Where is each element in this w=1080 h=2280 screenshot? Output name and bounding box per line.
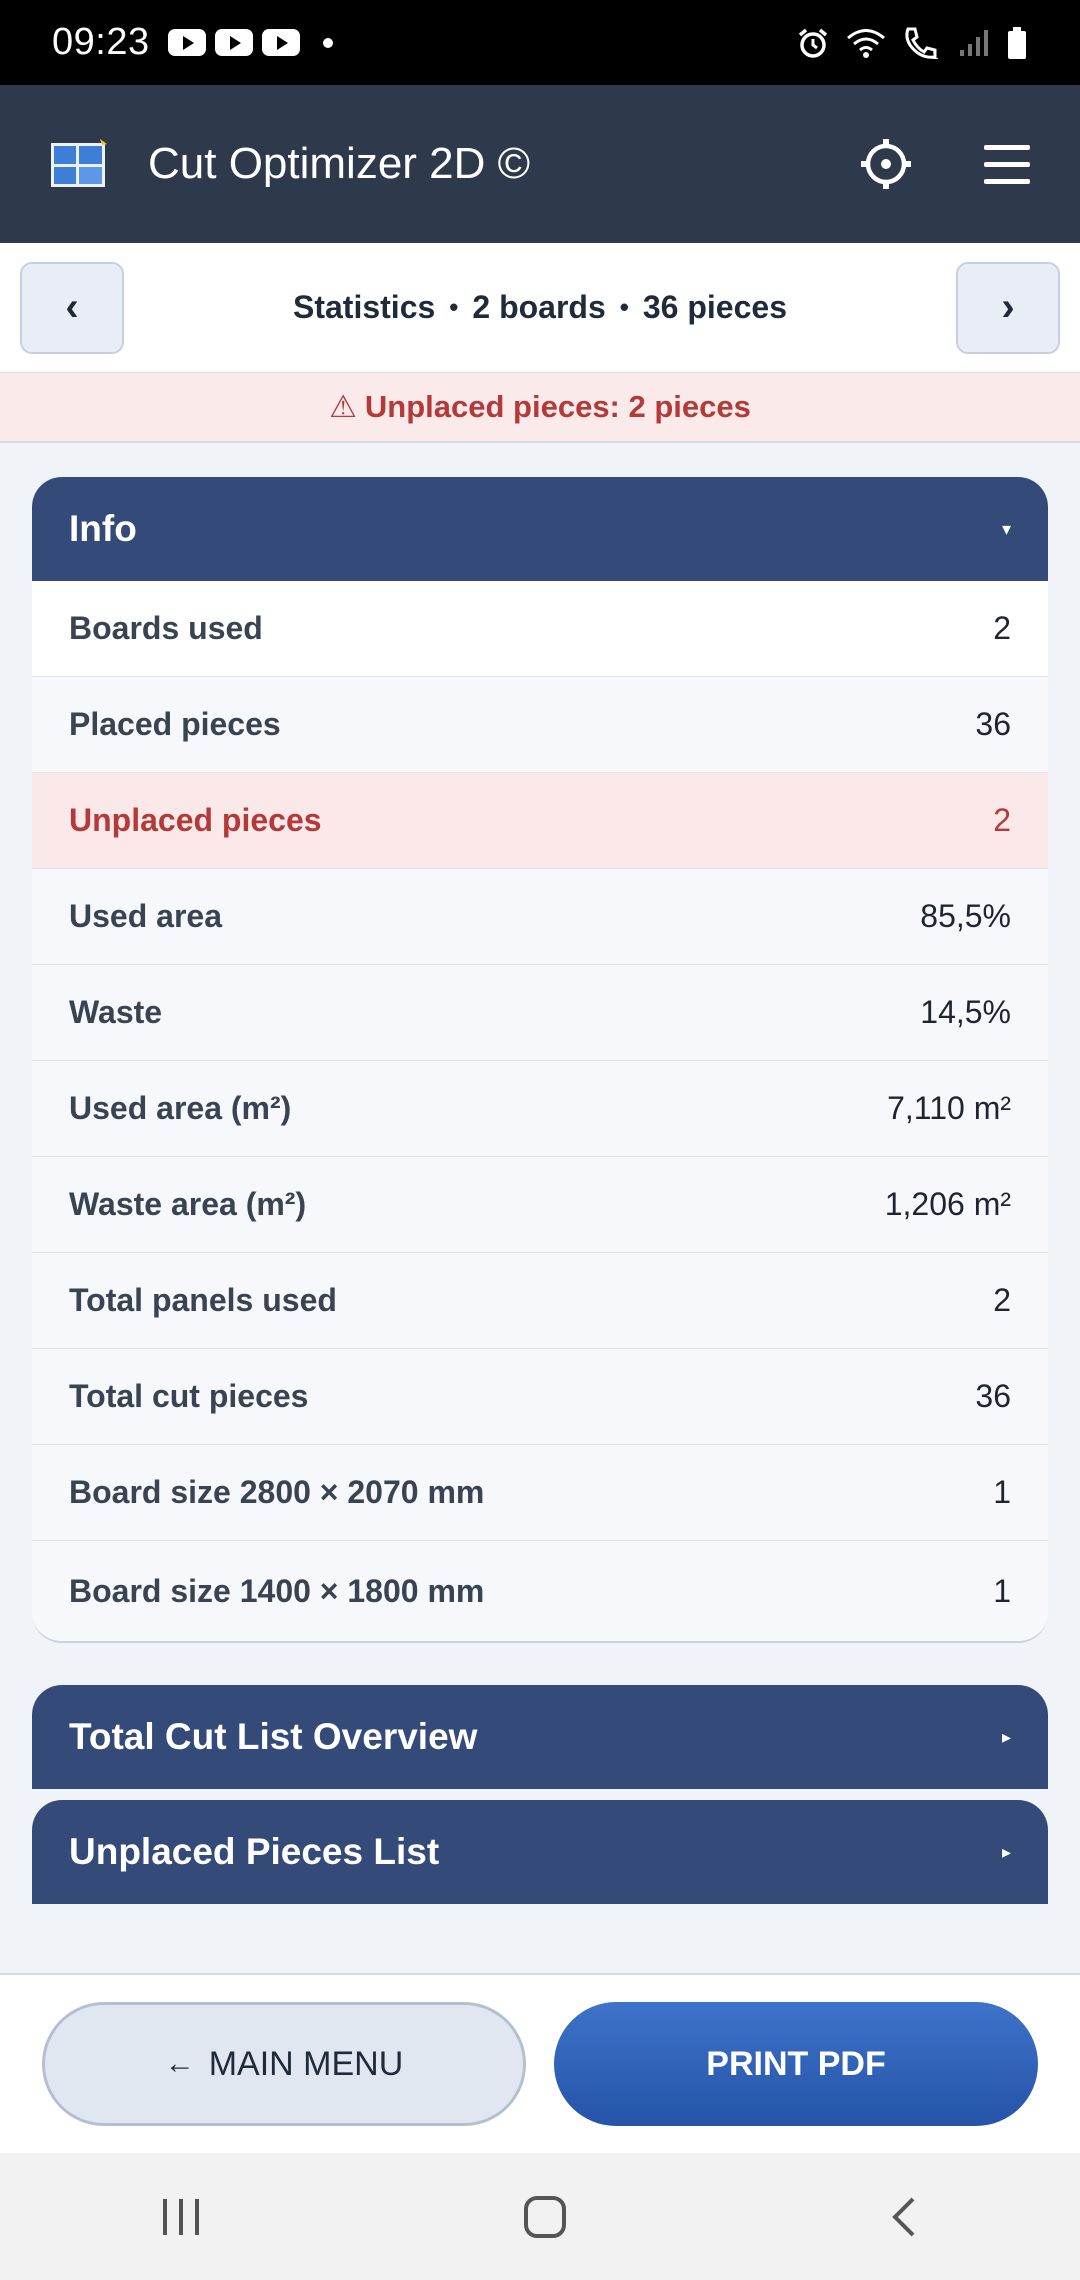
row-label: Placed pieces bbox=[69, 706, 281, 742]
statistics-nav-bar: ‹ Statistics • 2 boards • 36 pieces › bbox=[0, 243, 1080, 373]
back-icon[interactable] bbox=[887, 2195, 921, 2239]
caret-right-icon: ▸ bbox=[1001, 1841, 1011, 1862]
pieces-count: 36 pieces bbox=[642, 289, 787, 325]
info-row-used-area-m2: Used area (m²) 7,110 m² bbox=[32, 1061, 1048, 1157]
row-value: 1 bbox=[993, 1572, 1011, 1609]
youtube-icon bbox=[167, 29, 206, 56]
arrow-left-icon: ← bbox=[164, 2047, 195, 2080]
youtube-icon bbox=[214, 29, 253, 56]
previous-button[interactable]: ‹ bbox=[20, 261, 124, 354]
info-row-placed-pieces: Placed pieces 36 bbox=[32, 677, 1048, 773]
row-value: 2 bbox=[993, 610, 1011, 646]
caret-right-icon: ▸ bbox=[1001, 1726, 1011, 1747]
print-pdf-button[interactable]: PRINT PDF bbox=[554, 2002, 1038, 2126]
alarm-icon bbox=[798, 28, 828, 58]
settings-icon[interactable] bbox=[860, 138, 912, 190]
call-icon: 1 bbox=[905, 27, 939, 61]
separator: • bbox=[619, 292, 629, 322]
row-value: 1,206 m² bbox=[884, 1186, 1011, 1222]
row-label: Total cut pieces bbox=[69, 1378, 309, 1414]
boards-count: 2 boards bbox=[472, 289, 606, 325]
row-value: 2 bbox=[993, 1282, 1011, 1318]
info-row-total-panels: Total panels used 2 bbox=[32, 1253, 1048, 1349]
menu-icon[interactable] bbox=[984, 144, 1030, 184]
info-panel: Info ▾ Boards used 2 Placed pieces 36 Un… bbox=[32, 477, 1048, 1643]
row-value: 2 bbox=[993, 802, 1011, 838]
caret-down-icon: ▾ bbox=[1001, 518, 1011, 539]
separator: • bbox=[449, 292, 459, 322]
app-header: Cut Optimizer 2D © bbox=[0, 85, 1080, 243]
row-value: 7,110 m² bbox=[887, 1090, 1011, 1126]
info-row-boards-used: Boards used 2 bbox=[32, 581, 1048, 677]
nav-summary: Statistics • 2 boards • 36 pieces bbox=[293, 289, 787, 326]
section-title: Statistics bbox=[293, 289, 436, 325]
row-label: Used area (m²) bbox=[69, 1090, 292, 1126]
row-value: 36 bbox=[975, 1378, 1011, 1414]
panel-title: Info bbox=[69, 508, 137, 549]
signal-icon bbox=[960, 29, 988, 56]
info-row-waste: Waste 14,5% bbox=[32, 965, 1048, 1061]
info-row-used-area: Used area 85,5% bbox=[32, 869, 1048, 965]
status-bar: 09:23 1 bbox=[0, 0, 1080, 85]
row-label: Board size 1400 × 1800 mm bbox=[69, 1572, 485, 1609]
status-time: 09:23 bbox=[52, 21, 150, 63]
row-value: 14,5% bbox=[920, 994, 1011, 1030]
unplaced-warning-banner: ⚠ Unplaced pieces: 2 pieces bbox=[0, 373, 1080, 443]
cut-list-panel: Total Cut List Overview ▸ bbox=[32, 1685, 1048, 1789]
system-navigation-bar bbox=[0, 2153, 1080, 2280]
row-label: Boards used bbox=[69, 610, 263, 646]
info-table: Boards used 2 Placed pieces 36 Unplaced … bbox=[32, 581, 1048, 1643]
main-menu-button[interactable]: ← MAIN MENU bbox=[42, 2002, 526, 2126]
row-label: Waste area (m²) bbox=[69, 1186, 307, 1222]
row-label: Waste bbox=[69, 994, 163, 1030]
svg-text:1: 1 bbox=[932, 48, 939, 61]
unplaced-pieces-panel: Unplaced Pieces List ▸ bbox=[32, 1800, 1048, 1904]
row-label: Used area bbox=[69, 898, 222, 934]
info-row-board-size-1: Board size 2800 × 2070 mm 1 bbox=[32, 1445, 1048, 1541]
info-row-total-cut-pieces: Total cut pieces 36 bbox=[32, 1349, 1048, 1445]
row-label: Board size 2800 × 2070 mm bbox=[69, 1474, 485, 1510]
info-row-waste-area-m2: Waste area (m²) 1,206 m² bbox=[32, 1157, 1048, 1253]
cut-list-panel-header[interactable]: Total Cut List Overview ▸ bbox=[32, 1685, 1048, 1789]
panel-title: Total Cut List Overview bbox=[69, 1716, 478, 1757]
wifi-icon bbox=[847, 28, 885, 58]
home-icon[interactable] bbox=[522, 2194, 568, 2240]
warning-text: Unplaced pieces: 2 pieces bbox=[364, 389, 751, 424]
info-panel-header[interactable]: Info ▾ bbox=[32, 477, 1048, 581]
youtube-icon bbox=[261, 29, 300, 56]
row-label: Total panels used bbox=[69, 1282, 337, 1318]
more-notifications-icon bbox=[322, 37, 333, 48]
battery-icon bbox=[1008, 26, 1026, 59]
next-button[interactable]: › bbox=[955, 261, 1060, 354]
row-value: 1 bbox=[993, 1474, 1011, 1510]
row-label: Unplaced pieces bbox=[69, 802, 322, 838]
footer-bar: ← MAIN MENU PRINT PDF bbox=[0, 1973, 1080, 2153]
recents-icon[interactable] bbox=[159, 2197, 203, 2237]
info-row-unplaced-pieces: Unplaced pieces 2 bbox=[32, 773, 1048, 869]
app-logo-icon bbox=[51, 139, 107, 187]
row-value: 36 bbox=[975, 706, 1011, 742]
info-row-board-size-2: Board size 1400 × 1800 mm 1 bbox=[32, 1541, 1048, 1641]
row-value: 85,5% bbox=[920, 898, 1011, 934]
panel-title: Unplaced Pieces List bbox=[69, 1831, 440, 1872]
button-label: MAIN MENU bbox=[208, 2044, 404, 2083]
unplaced-pieces-panel-header[interactable]: Unplaced Pieces List ▸ bbox=[32, 1800, 1048, 1904]
status-icons: 1 bbox=[796, 25, 1028, 61]
app-title: Cut Optimizer 2D © bbox=[148, 139, 531, 188]
warning-icon: ⚠ bbox=[329, 389, 357, 424]
button-label: PRINT PDF bbox=[706, 2044, 886, 2083]
